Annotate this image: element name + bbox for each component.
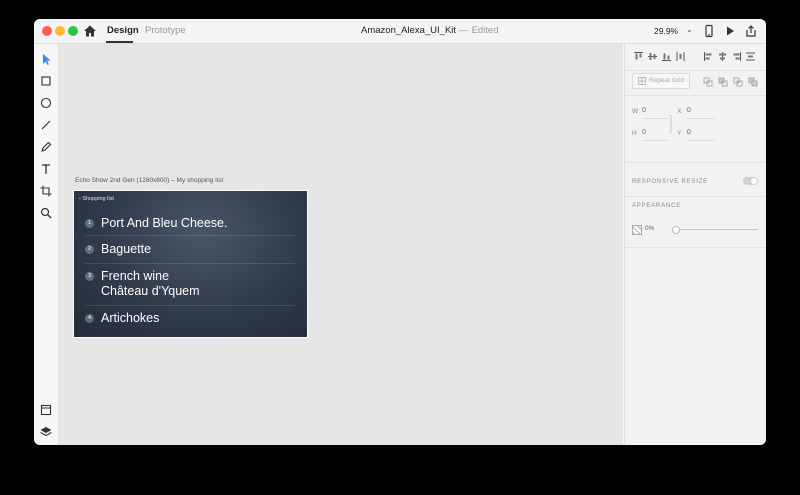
appearance-section: APPEARANCE 0% — [625, 197, 766, 248]
responsive-resize-row: RESPONSIVE RESIZE — [625, 174, 766, 197]
lock-aspect-icon[interactable] — [668, 112, 673, 136]
align-top-icon[interactable] — [633, 51, 644, 62]
item-divider — [85, 305, 295, 306]
geometry-section: W 0 H 0 X 0 Y 0 — [625, 96, 766, 163]
item-text: Port And Bleu Cheese. — [101, 216, 228, 230]
list-item[interactable]: 4 Artichokes — [85, 312, 295, 332]
item-number: 4 — [85, 314, 94, 323]
item-text: Château d'Yquem — [101, 284, 200, 298]
y-input[interactable]: 0 — [687, 129, 691, 136]
height-underline — [642, 140, 668, 141]
title-bar: Design Prototype Amazon_Alexa_UI_Kit — Edi… — [34, 19, 766, 44]
align-middle-icon[interactable] — [647, 51, 658, 62]
item-text: Artichokes — [101, 311, 160, 325]
y-underline — [687, 140, 715, 141]
app-window: Design Prototype Amazon_Alexa_UI_Kit — Edi… — [34, 19, 766, 445]
maximize-window-button[interactable] — [68, 26, 78, 36]
design-canvas[interactable]: Echo Show 2nd Gen (1280x800) – My shoppi… — [59, 44, 623, 445]
align-bottom-icon[interactable] — [661, 51, 672, 62]
opacity-input[interactable]: 0% — [645, 225, 654, 232]
repeat-grid-button[interactable]: Repeat Grid — [632, 73, 690, 89]
artboard-shopping-list[interactable]: ‹ Shopping list 1 Port And Bleu Cheese. … — [73, 190, 308, 338]
minimize-window-button[interactable] — [55, 26, 65, 36]
item-number: 1 — [85, 219, 94, 228]
item-divider — [85, 235, 295, 236]
x-underline — [687, 118, 715, 119]
distribute-vertical-icon[interactable] — [675, 51, 686, 62]
assets-icon[interactable] — [39, 403, 53, 417]
height-label: H — [632, 130, 637, 137]
responsive-resize-label: RESPONSIVE RESIZE — [632, 179, 708, 185]
y-label: Y — [677, 130, 682, 137]
active-tab-indicator — [106, 41, 133, 43]
x-label: X — [677, 108, 682, 115]
document-title: Amazon_Alexa_UI_Kit — Edited — [361, 25, 499, 36]
boolean-exclude-icon[interactable] — [748, 77, 758, 87]
line-icon[interactable] — [39, 118, 53, 132]
share-icon[interactable] — [744, 24, 758, 38]
opacity-slider-handle[interactable] — [672, 226, 680, 234]
boolean-subtract-icon[interactable] — [718, 77, 728, 87]
list-item[interactable]: 1 Port And Bleu Cheese. — [85, 217, 295, 237]
list-item[interactable]: 2 Baguette — [85, 243, 295, 263]
repeat-grid-row: Repeat Grid — [625, 71, 766, 96]
chevron-left-icon: ‹ — [79, 196, 81, 202]
responsive-resize-toggle[interactable] — [743, 177, 758, 185]
layers-icon[interactable] — [39, 425, 53, 439]
tab-design[interactable]: Design — [107, 25, 139, 36]
repeat-grid-icon — [638, 77, 646, 85]
toggle-knob — [751, 178, 757, 184]
text-icon[interactable] — [39, 162, 53, 176]
align-right-icon[interactable] — [731, 51, 742, 62]
property-inspector: Repeat Grid W 0 H 0 X 0 Y 0 RESPONSIVE R… — [624, 44, 766, 445]
close-window-button[interactable] — [42, 26, 52, 36]
play-icon[interactable] — [723, 24, 737, 38]
device-preview-icon[interactable] — [702, 24, 716, 38]
tool-bar — [34, 44, 59, 445]
distribute-horizontal-icon[interactable] — [745, 51, 756, 62]
pen-icon[interactable] — [39, 140, 53, 154]
list-item[interactable]: 3 French wine Château d'Yquem — [85, 270, 295, 302]
opacity-icon — [632, 225, 642, 235]
width-underline — [642, 118, 668, 119]
width-label: W — [632, 108, 639, 115]
title-separator: — — [459, 25, 469, 36]
item-number: 3 — [85, 272, 94, 281]
artboard-icon[interactable] — [39, 184, 53, 198]
appearance-label: APPEARANCE — [632, 203, 682, 209]
alignment-toolbar — [625, 44, 766, 71]
artboard-label[interactable]: Echo Show 2nd Gen (1280x800) – My shoppi… — [75, 177, 223, 184]
item-number: 2 — [85, 245, 94, 254]
repeat-grid-label: Repeat Grid — [649, 77, 685, 84]
document-status: Edited — [471, 25, 499, 36]
align-left-icon[interactable] — [703, 51, 714, 62]
height-input[interactable]: 0 — [642, 129, 646, 136]
rectangle-icon[interactable] — [39, 74, 53, 88]
boolean-intersect-icon[interactable] — [733, 77, 743, 87]
item-divider — [85, 263, 295, 264]
ellipse-icon[interactable] — [39, 96, 53, 110]
width-input[interactable]: 0 — [642, 107, 646, 114]
select-icon[interactable] — [39, 52, 53, 66]
align-center-icon[interactable] — [717, 51, 728, 62]
back-link[interactable]: ‹ Shopping list — [79, 196, 114, 202]
tab-prototype[interactable]: Prototype — [145, 25, 186, 36]
opacity-slider-track[interactable] — [673, 229, 758, 230]
item-text: Baguette — [101, 242, 152, 256]
zoom-icon[interactable] — [39, 206, 53, 220]
home-icon[interactable] — [83, 24, 97, 38]
item-text: French wine — [101, 269, 170, 283]
document-name: Amazon_Alexa_UI_Kit — [361, 25, 457, 36]
zoom-level[interactable]: 29.9% — [654, 26, 678, 36]
x-input[interactable]: 0 — [687, 107, 691, 114]
boolean-add-icon[interactable] — [703, 77, 713, 87]
back-label: Shopping list — [82, 196, 114, 202]
chevron-down-icon[interactable]: ⌄ — [686, 25, 693, 34]
